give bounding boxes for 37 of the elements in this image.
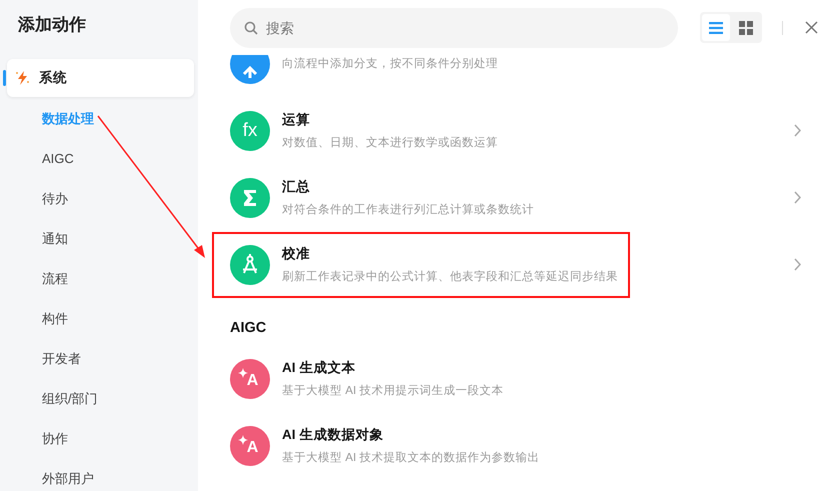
- action-title: AI 生成文本: [282, 359, 356, 377]
- subcategory-item[interactable]: 外部用户: [0, 459, 94, 491]
- formula-icon: fx: [230, 110, 270, 150]
- action-description: 向流程中添加分支，按不同条件分别处理: [282, 56, 498, 71]
- action-title: 汇总: [282, 178, 310, 196]
- section-heading: AIGC: [229, 319, 266, 338]
- action-description: 刷新工作表记录中的公式计算、他表字段和汇总等延迟同步结果: [282, 269, 618, 284]
- subcategory-item[interactable]: 流程: [0, 259, 68, 299]
- subcategory-item[interactable]: 协作: [0, 419, 68, 459]
- sparkle-letter-icon: A: [230, 358, 270, 398]
- chevron-icon[interactable]: [794, 191, 801, 204]
- action-description: 基于大模型 AI 技术提取文本的数据作为参数输出: [282, 450, 540, 465]
- search-icon: [244, 20, 258, 34]
- category-label: 系统: [39, 69, 67, 87]
- subcategory-item[interactable]: 构件: [0, 299, 68, 339]
- subcategory-item[interactable]: 开发者: [0, 339, 81, 379]
- action-title: AI 生成数据对象: [282, 426, 384, 444]
- search-field[interactable]: 搜索: [230, 8, 678, 48]
- action-title: 运算: [282, 111, 310, 129]
- subcategory-item[interactable]: 待办: [0, 179, 68, 219]
- action-description: 基于大模型 AI 技术用提示词生成一段文本: [282, 383, 504, 398]
- chevron-icon[interactable]: [794, 258, 801, 271]
- grid-icon: [739, 20, 753, 34]
- list-icon: [709, 20, 723, 34]
- subcategory-item[interactable]: AIGC: [0, 139, 74, 179]
- list-view-button[interactable]: [702, 14, 730, 41]
- sparkle-letter-icon: A: [230, 426, 270, 466]
- subcategory-item[interactable]: 组织/部门: [0, 379, 98, 419]
- lightning-icon: [15, 70, 29, 86]
- action-title: 校准: [282, 245, 310, 263]
- chevron-icon[interactable]: [794, 124, 801, 137]
- subcategory-item[interactable]: 通知: [0, 219, 68, 259]
- close-icon[interactable]: [805, 21, 818, 34]
- action-description: 对数值、日期、文本进行数学或函数运算: [282, 135, 498, 150]
- action-description: 对符合条件的工作表进行列汇总计算或条数统计: [282, 202, 534, 217]
- selection-bar: [3, 70, 6, 86]
- panel-title: 添加动作: [17, 14, 87, 36]
